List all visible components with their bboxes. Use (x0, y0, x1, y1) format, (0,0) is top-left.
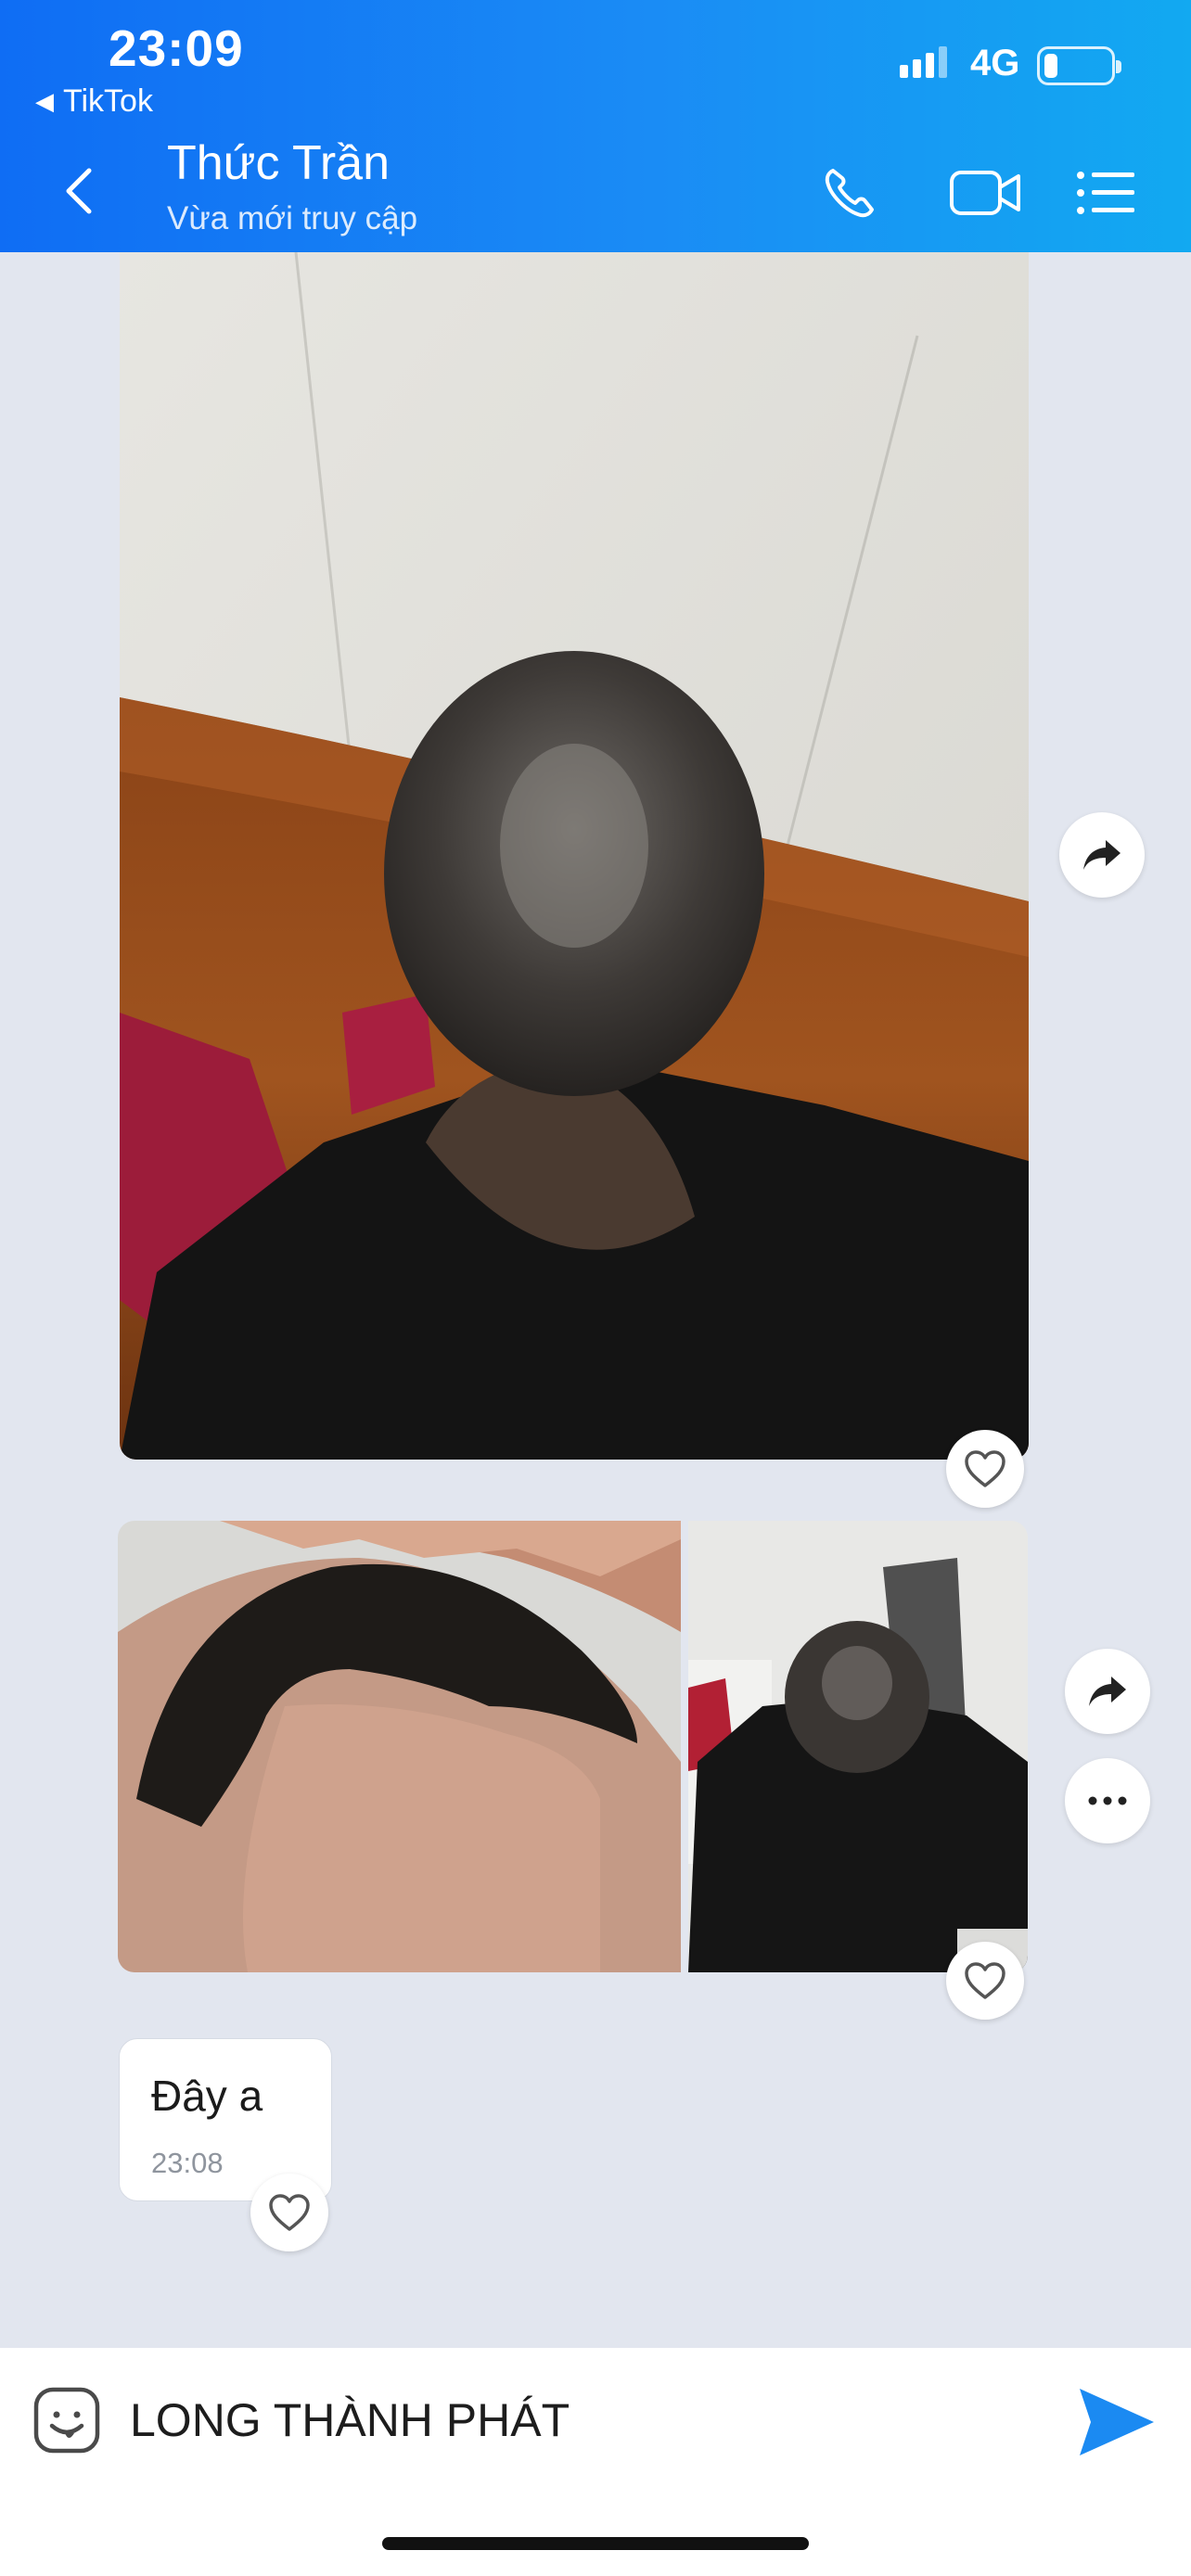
video-call-button[interactable] (941, 158, 1033, 228)
like-button[interactable] (946, 1430, 1024, 1508)
network-type: 4G (970, 43, 1020, 83)
heart-icon (965, 1962, 1005, 1999)
contact-name[interactable]: Thức Trần (167, 135, 390, 191)
menu-icon (1077, 172, 1134, 214)
send-icon (1080, 2389, 1154, 2455)
cellular-signal-icon (900, 46, 947, 78)
message-photo-bending-over[interactable] (688, 1521, 1028, 1972)
menu-button[interactable] (1069, 158, 1143, 228)
forward-button[interactable] (1059, 812, 1145, 898)
back-to-app[interactable]: ◀ TikTok (35, 83, 153, 120)
emoji-icon (33, 2387, 100, 2454)
chat-header: 23:09 ◀ TikTok 4G Thức Trần Vừa mới truy… (0, 0, 1191, 252)
contact-status: Vừa mới truy cập (167, 200, 418, 236)
back-triangle-icon: ◀ (35, 87, 54, 115)
send-button[interactable] (1074, 2383, 1158, 2461)
forward-button-2[interactable] (1065, 1649, 1150, 1734)
like-button-3[interactable] (250, 2174, 328, 2251)
more-options-button[interactable] (1065, 1758, 1150, 1843)
heart-icon (269, 2194, 310, 2231)
battery-icon (1037, 46, 1121, 85)
emoji-button[interactable] (32, 2385, 102, 2455)
heart-icon (965, 1450, 1005, 1487)
phone-icon (825, 169, 874, 218)
like-button-2[interactable] (946, 1942, 1024, 2020)
voice-call-button[interactable] (813, 158, 887, 228)
message-input[interactable]: LONG THÀNH PHÁT (130, 2383, 1020, 2457)
back-icon (66, 168, 92, 214)
home-indicator (382, 2537, 809, 2550)
message-photo-hairline-closeup[interactable] (118, 1521, 681, 1972)
message-time: 23:08 (151, 2147, 224, 2179)
status-time: 23:09 (109, 19, 244, 77)
back-button[interactable] (56, 163, 104, 219)
more-icon (1088, 1796, 1127, 1805)
video-call-icon (950, 171, 1020, 215)
message-text: Đây a (151, 2072, 263, 2120)
back-app-label: TikTok (63, 83, 153, 119)
forward-icon (1089, 1677, 1126, 1706)
forward-icon (1083, 840, 1121, 870)
message-photo-top-of-head[interactable] (120, 252, 1029, 1460)
